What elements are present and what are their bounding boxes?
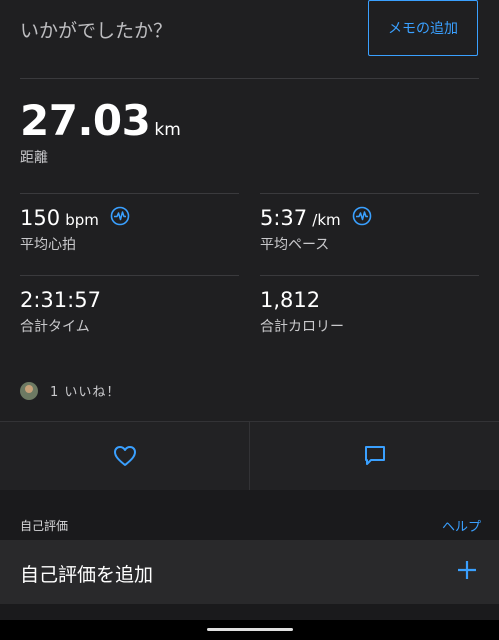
system-nav-bar [0,620,499,640]
comment-icon [364,446,385,465]
calories-value: 1,812 [260,288,321,312]
stat-pace: 5:37 /km 平均ペース [260,206,372,254]
action-bar [0,421,499,491]
self-evaluation-title: 自己評価 [20,519,69,533]
divider [260,275,479,276]
calories-label: 合計カロリー [260,319,344,335]
home-handle[interactable] [207,628,293,631]
add-self-evaluation-label: 自己評価を追加 [20,564,154,586]
help-link[interactable]: ヘルプ [442,516,481,535]
pulse-icon[interactable] [352,206,372,230]
like-button[interactable] [0,422,249,490]
total-time-value: 2:31:57 [20,288,101,312]
distance-value: 27.03 [20,96,151,145]
distance-block: 27.03 km 距離 [20,96,181,167]
self-evaluation-section: 自己評価 ヘルプ 自己評価を追加 [0,490,499,640]
heart-rate-value: 150 [20,206,61,230]
avatar [20,381,38,400]
stat-heart-rate: 150 bpm 平均心拍 [20,206,130,254]
header: いかがでしたか？ メモの追加 [0,0,499,78]
divider [20,78,479,79]
divider [20,193,239,194]
divider [260,193,479,194]
plus-icon[interactable] [455,558,479,582]
distance-label: 距離 [20,150,48,166]
likes-count: 1 いいね！ [50,385,121,400]
add-memo-button[interactable]: メモの追加 [368,0,478,56]
divider [20,275,239,276]
stat-calories: 1,812 合計カロリー [260,288,344,336]
likes-row[interactable]: 1 いいね！ [20,381,120,400]
comment-button[interactable] [249,422,499,490]
feedback-question: いかがでしたか？ [20,20,173,42]
stat-total-time: 2:31:57 合計タイム [20,288,101,336]
heart-rate-unit: bpm [65,211,99,229]
heart-rate-label: 平均心拍 [20,237,76,253]
pace-unit: /km [312,211,341,229]
distance-unit: km [154,120,181,140]
heart-icon [113,446,136,466]
total-time-label: 合計タイム [20,319,90,335]
pace-label: 平均ペース [260,237,330,253]
pace-value: 5:37 [260,206,308,230]
add-self-evaluation-row[interactable]: 自己評価を追加 [0,540,499,604]
pulse-icon[interactable] [110,206,130,230]
